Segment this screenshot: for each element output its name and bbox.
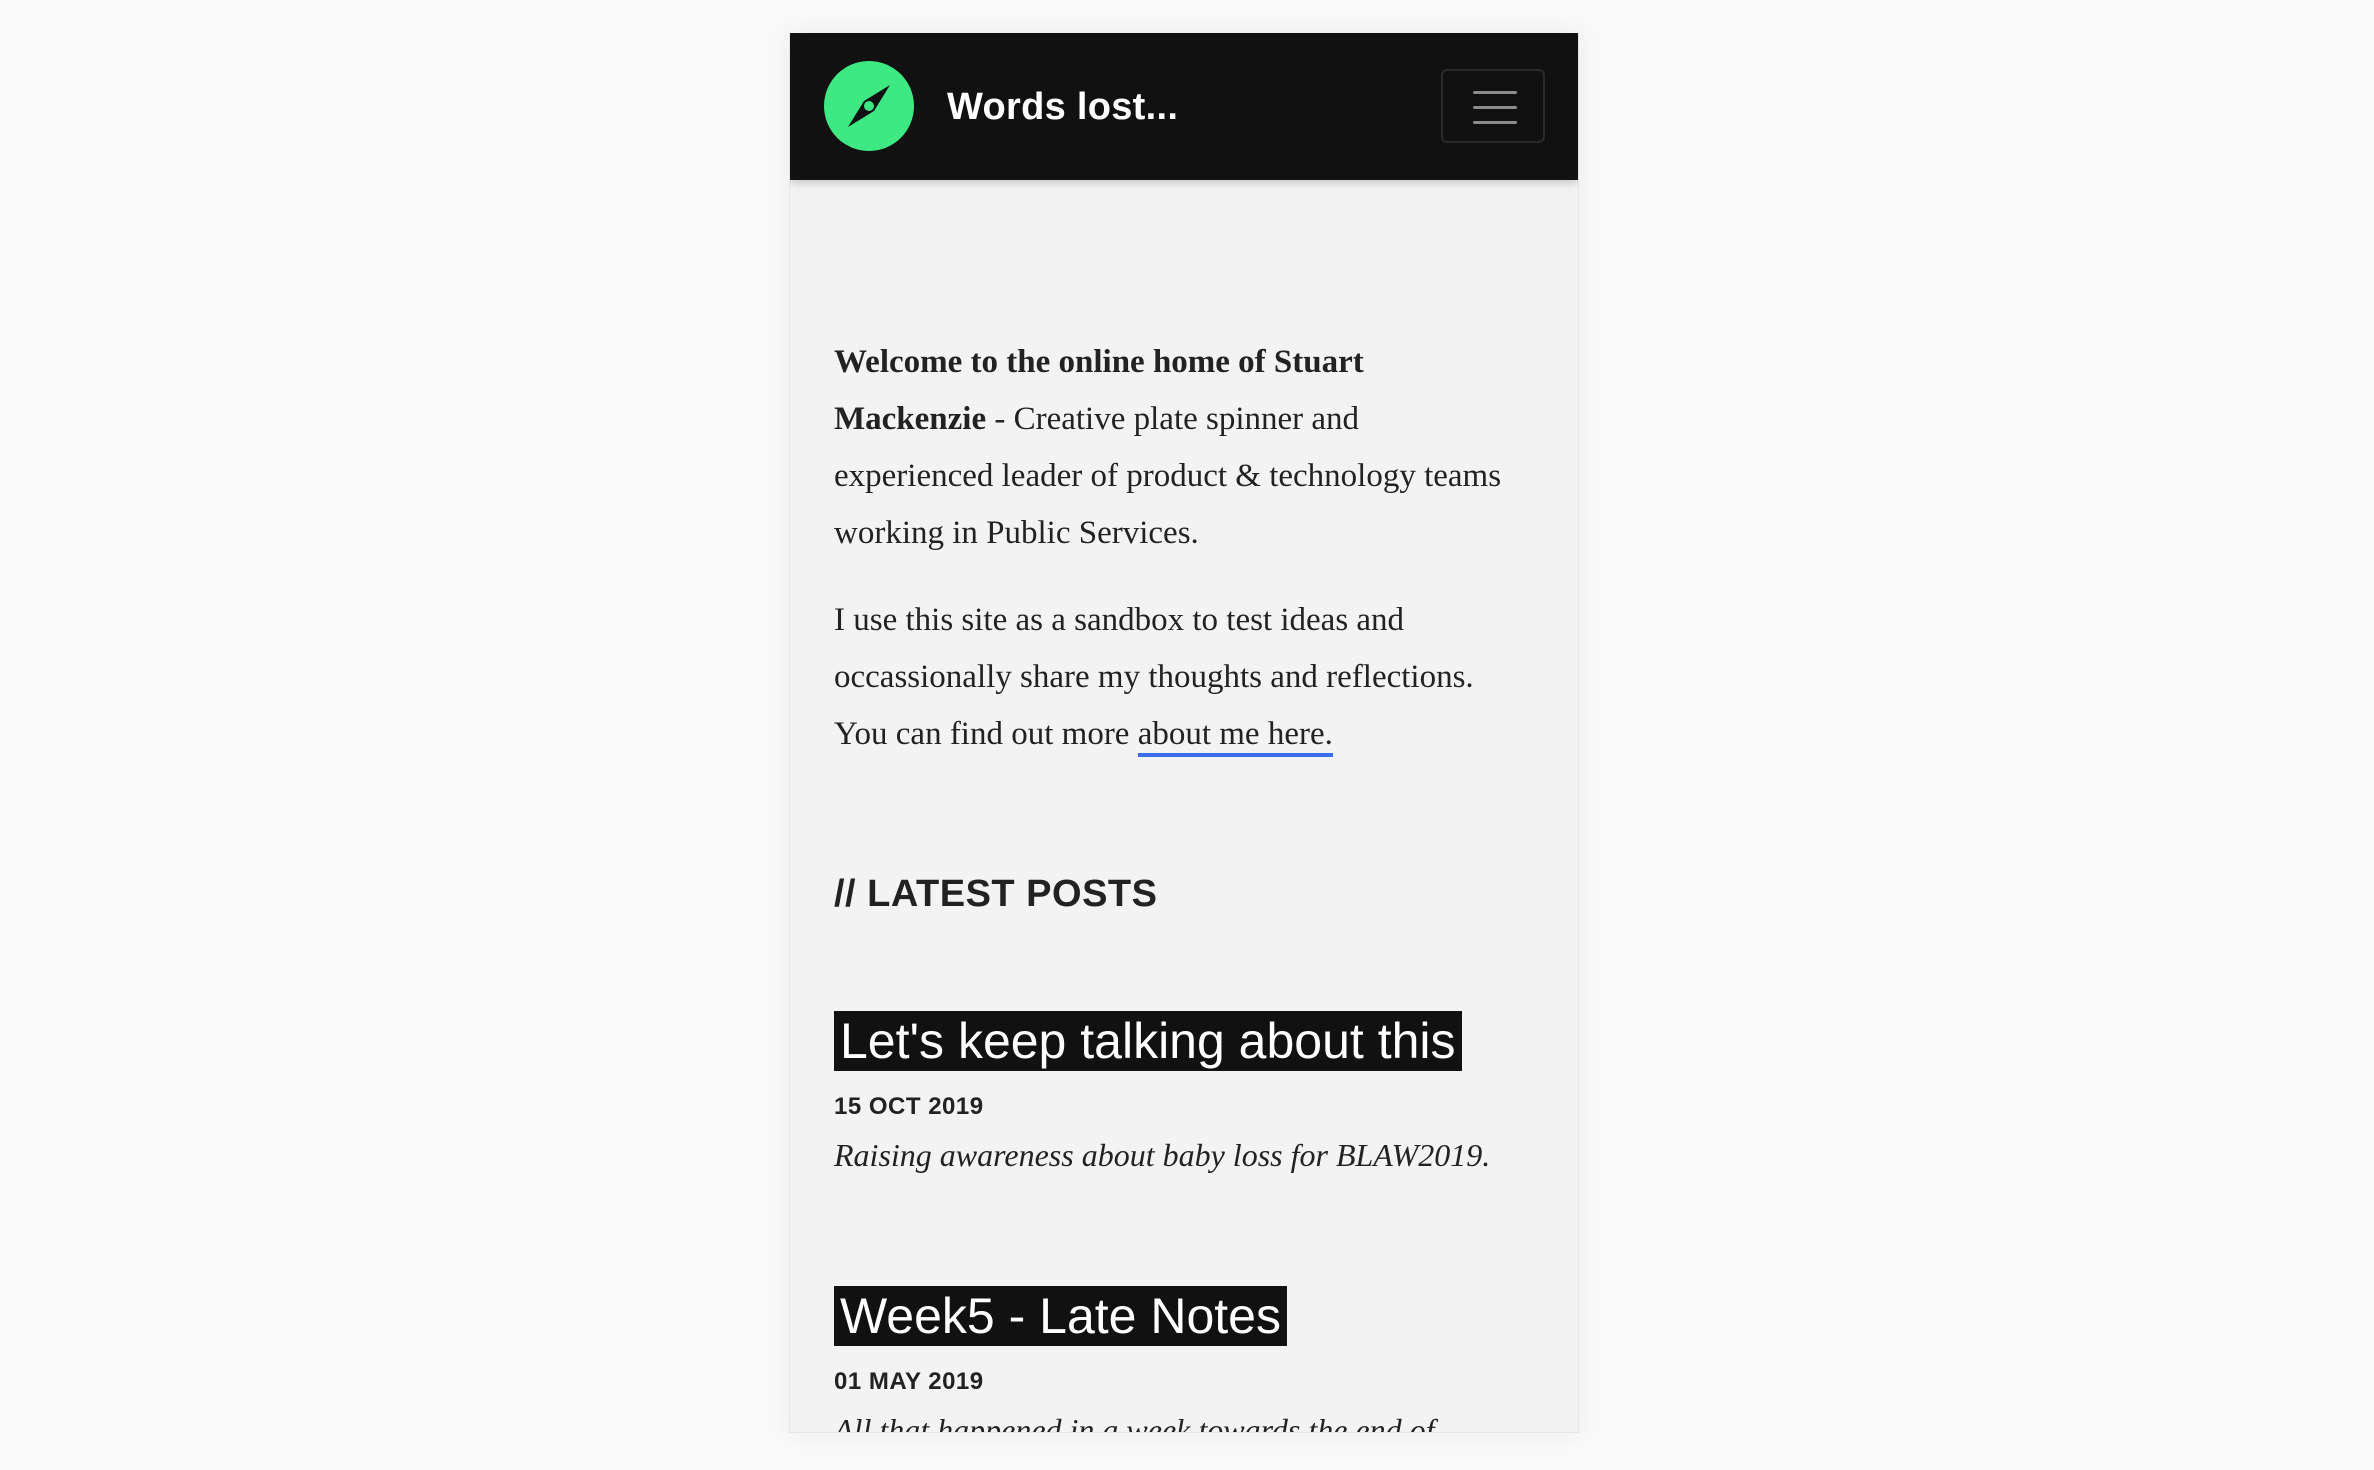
latest-posts-heading: // LATEST POSTS [834, 873, 1158, 915]
sandbox-paragraph: I use this site as a sandbox to test ide… [834, 592, 1514, 763]
hamburger-menu-icon-bar [1473, 121, 1517, 124]
menu-toggle-button[interactable] [1441, 69, 1545, 143]
post-item: Let's keep talking about this 15 OCT 201… [834, 1011, 1534, 1174]
post-excerpt: All that happened in a week towards the … [834, 1412, 1435, 1433]
post-title-link[interactable]: Week5 - Late Notes [834, 1286, 1287, 1346]
site-title[interactable]: Words lost... [947, 77, 1178, 137]
hamburger-menu-icon [1473, 91, 1517, 94]
post-date: 01 MAY 2019 [834, 1368, 984, 1395]
post-item: Week5 - Late Notes 01 MAY 2019 All that … [834, 1286, 1534, 1433]
intro-paragraph: Welcome to the online home of Stuart Mac… [834, 334, 1514, 562]
page-frame: Words lost... Welcome to the online home… [789, 33, 1579, 1433]
compass-icon[interactable] [824, 61, 914, 151]
post-excerpt: Raising awareness about baby loss for BL… [834, 1137, 1491, 1173]
about-me-link[interactable]: about me here. [1137, 716, 1333, 757]
navbar: Words lost... [790, 33, 1578, 180]
post-date: 15 OCT 2019 [834, 1093, 984, 1120]
hamburger-menu-icon-bar [1473, 106, 1517, 109]
post-title-link[interactable]: Let's keep talking about this [834, 1011, 1462, 1071]
